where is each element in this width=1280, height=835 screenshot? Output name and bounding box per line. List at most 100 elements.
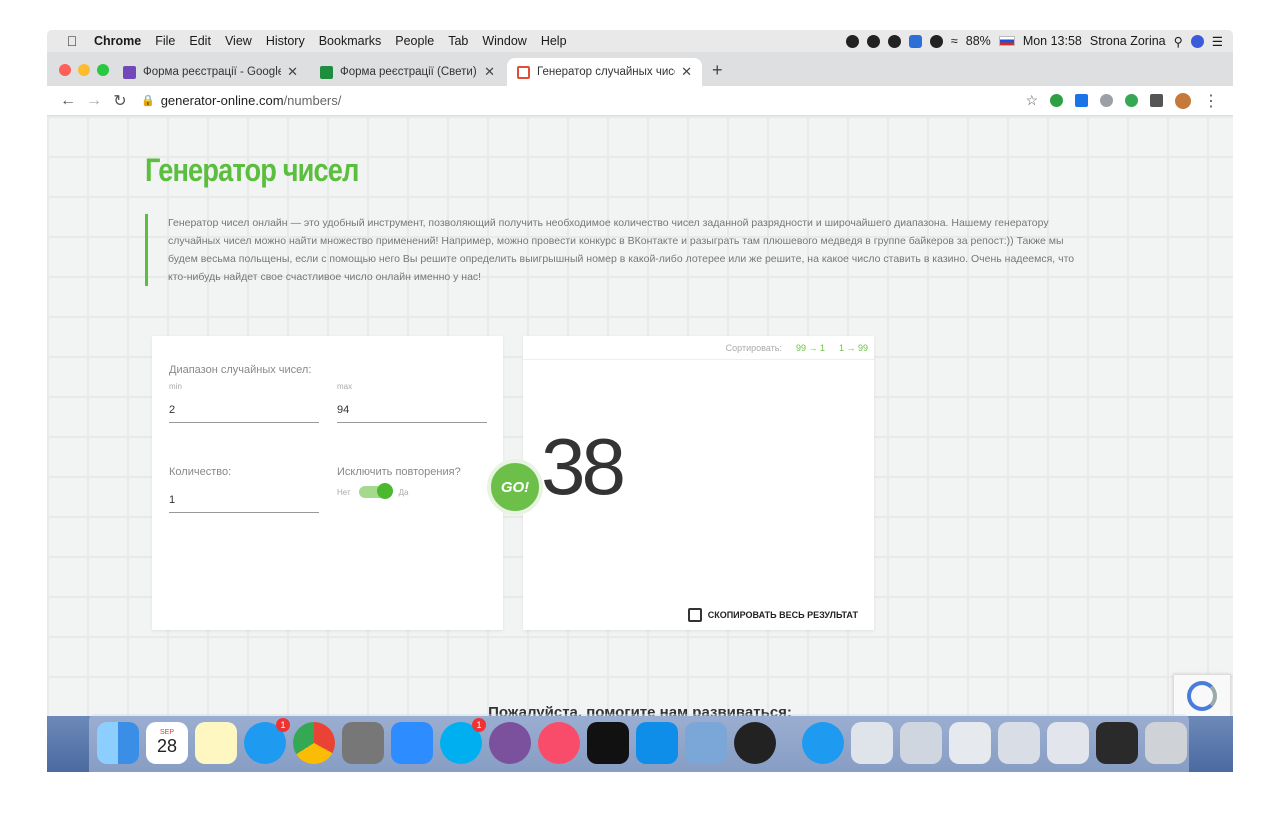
menu-history[interactable]: History	[259, 34, 312, 48]
menu-app-chrome[interactable]: Chrome	[87, 34, 148, 48]
tab-number-generator[interactable]: Генератор случайных чисел с ✕	[507, 58, 702, 86]
clock[interactable]: Mon 13:58	[1023, 34, 1082, 48]
range-label: Диапазон случайных чисел:	[169, 364, 312, 376]
menu-window[interactable]: Window	[475, 34, 533, 48]
toggle-knob[interactable]	[376, 483, 393, 499]
toggle-off-label: Нет	[337, 487, 351, 497]
url-path: /numbers/	[283, 93, 342, 108]
sort-asc-button[interactable]: 1 → 99	[839, 343, 868, 353]
close-tab-icon[interactable]: ✕	[484, 64, 495, 80]
app-store-badge: 1	[276, 718, 290, 732]
window-thumbnail-1[interactable]	[851, 722, 893, 764]
trash-icon[interactable]	[1145, 722, 1187, 764]
lock-icon[interactable]: 🔒	[141, 94, 155, 107]
bookmark-star-icon[interactable]: ☆	[1025, 92, 1038, 109]
teamviewer-status-icon[interactable]	[908, 34, 922, 48]
sort-desc-button[interactable]: 99 → 1	[796, 343, 825, 353]
app-store-window-icon[interactable]	[802, 722, 844, 764]
skype-badge: 1	[472, 718, 486, 732]
address-bar: ← → ↻ 🔒 generator-online.com/numbers/ ☆ …	[47, 86, 1233, 116]
reload-icon[interactable]: ↻	[107, 91, 133, 111]
battery-label[interactable]: 88%	[966, 34, 991, 48]
window-thumbnail-4[interactable]	[998, 722, 1040, 764]
shield-status-icon[interactable]	[929, 34, 943, 48]
extension-leaf-icon[interactable]	[1125, 94, 1138, 107]
menu-bookmarks[interactable]: Bookmarks	[312, 34, 389, 48]
menu-help[interactable]: Help	[534, 34, 574, 48]
count-input[interactable]: 1	[169, 494, 319, 513]
window-thumbnail-2[interactable]	[900, 722, 942, 764]
back-icon[interactable]: ←	[55, 92, 81, 110]
recaptcha-icon	[1187, 681, 1217, 711]
extension-green-icon[interactable]	[1050, 94, 1063, 107]
input-language-flag-icon[interactable]	[998, 36, 1015, 46]
go-button[interactable]: GO!	[487, 459, 543, 515]
menu-people[interactable]: People	[388, 34, 441, 48]
window-thumbnail-5[interactable]	[1047, 722, 1089, 764]
record-icon[interactable]	[845, 34, 859, 48]
finder-icon[interactable]	[97, 722, 139, 764]
min-label: min	[169, 382, 182, 391]
evernote-icon[interactable]	[887, 34, 901, 48]
user-name[interactable]: Strona Zorina	[1090, 34, 1166, 48]
zoom-window-button[interactable]	[97, 64, 109, 76]
terminal-icon[interactable]	[587, 722, 629, 764]
music-icon[interactable]	[538, 722, 580, 764]
calendar-day: 28	[156, 736, 178, 756]
extension-blue-icon[interactable]	[1075, 94, 1088, 107]
menu-tab[interactable]: Tab	[441, 34, 475, 48]
close-tab-icon[interactable]: ✕	[681, 64, 692, 80]
copy-icon	[687, 608, 702, 622]
profile-avatar[interactable]	[1175, 92, 1191, 109]
url-field[interactable]: 🔒 generator-online.com/numbers/	[141, 93, 341, 108]
tab-title: Форма реєстрації - Google Ф	[143, 66, 282, 78]
teamviewer-icon[interactable]	[636, 722, 678, 764]
toggle-on-label: Да	[398, 487, 409, 497]
viber-status-icon[interactable]	[866, 34, 880, 48]
classroom-icon	[320, 65, 333, 79]
extension-grey-icon[interactable]	[1100, 94, 1113, 107]
menu-file[interactable]: File	[148, 34, 182, 48]
window-thumbnail-3[interactable]	[949, 722, 991, 764]
toggle-track[interactable]	[358, 483, 393, 499]
dock: SEP 28 1 1	[89, 714, 1189, 772]
close-window-button[interactable]	[59, 64, 71, 76]
minimize-window-button[interactable]	[78, 64, 90, 76]
tab-title: Форма реєстрації (Свети) -	[340, 66, 479, 78]
min-input[interactable]: 2	[169, 404, 319, 423]
copy-result-button[interactable]: СКОПИРОВАТЬ ВЕСЬ РЕЗУЛЬТАТ	[687, 608, 858, 622]
app-store-icon[interactable]: 1	[244, 718, 290, 764]
page-title: Генератор чисел	[145, 152, 359, 188]
screen:  Chrome File Edit View History Bookmark…	[47, 30, 1233, 772]
apple-icon[interactable]: 	[57, 33, 87, 49]
tab-classroom-form[interactable]: Форма реєстрації (Свети) - ✕	[310, 58, 505, 86]
window-thumbnail-6[interactable]	[1096, 722, 1138, 764]
wifi-icon[interactable]: ≈	[951, 34, 958, 48]
exclude-repeats-toggle[interactable]: Нет Да	[337, 483, 409, 499]
settings-card: Диапазон случайных чисел: min max 2 94 К…	[152, 336, 503, 630]
window-controls	[59, 64, 109, 76]
calendar-icon[interactable]: SEP 28	[146, 722, 188, 764]
chrome-menu-icon[interactable]: ⋮	[1203, 91, 1219, 111]
siri-icon[interactable]	[1190, 34, 1204, 48]
preview-icon[interactable]	[685, 722, 727, 764]
sort-label: Сортировать:	[725, 342, 782, 353]
viber-icon[interactable]	[489, 722, 531, 764]
notification-center-icon[interactable]: ☰	[1212, 34, 1223, 49]
skype-icon[interactable]: 1	[440, 718, 486, 764]
spotlight-search-icon[interactable]: ⚲	[1174, 34, 1183, 49]
quicktime-icon[interactable]	[734, 722, 776, 764]
max-input[interactable]: 94	[337, 404, 487, 423]
forward-icon[interactable]: →	[81, 92, 107, 110]
chrome-icon[interactable]	[293, 722, 335, 764]
intro-text: Генератор чисел онлайн — это удобный инс…	[145, 214, 1095, 286]
close-tab-icon[interactable]: ✕	[287, 64, 298, 80]
zoom-icon[interactable]	[391, 722, 433, 764]
tab-google-form[interactable]: Форма реєстрації - Google Ф ✕	[113, 58, 308, 86]
menu-edit[interactable]: Edit	[182, 34, 218, 48]
extensions-puzzle-icon[interactable]	[1150, 94, 1163, 107]
system-preferences-icon[interactable]	[342, 722, 384, 764]
menu-view[interactable]: View	[218, 34, 259, 48]
new-tab-button[interactable]: +	[712, 60, 723, 81]
notes-icon[interactable]	[195, 722, 237, 764]
